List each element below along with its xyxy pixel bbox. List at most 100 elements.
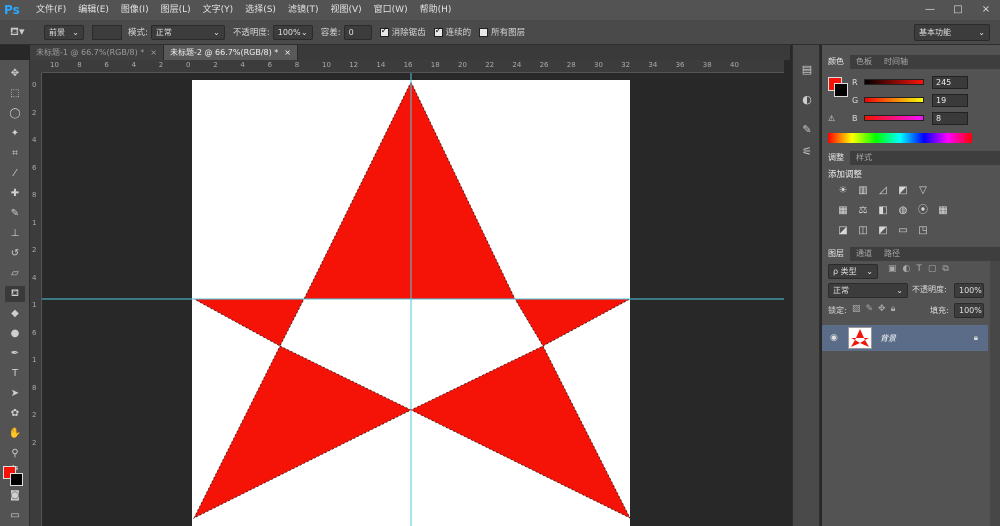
move-tool-icon[interactable]: ✥ xyxy=(5,66,25,82)
shape-tool-icon[interactable]: ✿ xyxy=(5,406,25,422)
pen-tool-icon[interactable]: ✒ xyxy=(5,346,25,362)
blend-mode-select[interactable]: 正常 ⌄ xyxy=(828,283,908,298)
selective-color-icon[interactable]: ◳ xyxy=(916,225,930,237)
marquee-tool-icon[interactable]: ⬚ xyxy=(5,86,25,102)
hue-icon[interactable]: ▦ xyxy=(836,205,850,217)
layer-filter-select[interactable]: ρ 类型 ⌄ xyxy=(828,264,878,279)
quick-mask-icon[interactable]: ◙ xyxy=(5,488,25,504)
lock-icons[interactable]: ▨✎✥🔒︎ xyxy=(852,304,900,314)
panel-background-swatch[interactable] xyxy=(834,83,848,97)
contiguous-checkbox[interactable] xyxy=(433,26,443,37)
screen-mode-icon[interactable]: ▭ xyxy=(5,508,25,524)
tab-color[interactable]: 颜色 xyxy=(822,55,850,69)
history-panel-icon[interactable]: ▤ xyxy=(799,63,815,77)
bw-icon[interactable]: ◧ xyxy=(876,205,890,217)
invert-icon[interactable]: ◪ xyxy=(836,225,850,237)
posterize-icon[interactable]: ◫ xyxy=(856,225,870,237)
menu-item-4[interactable]: 文字(Y) xyxy=(197,0,240,20)
close-icon[interactable]: × xyxy=(284,45,291,60)
eraser-tool-icon[interactable]: ▱ xyxy=(5,266,25,282)
menu-item-6[interactable]: 滤镜(T) xyxy=(282,0,325,20)
vertical-ruler[interactable]: 0 2 4 6 8 1 2 4 1 6 1 8 2 2 xyxy=(30,73,42,526)
gradient-map-icon[interactable]: ▭ xyxy=(896,225,910,237)
clone-stamp-tool-icon[interactable]: ⊥ xyxy=(5,226,25,242)
properties-panel-icon[interactable]: ◐ xyxy=(799,93,815,107)
photo-filter-icon[interactable]: ◍ xyxy=(896,205,910,217)
tab-timeline[interactable]: 时间轴 xyxy=(878,55,914,69)
menu-item-0[interactable]: 文件(F) xyxy=(30,0,72,20)
magic-wand-tool-icon[interactable]: ✦ xyxy=(5,126,25,142)
tab-adjustments[interactable]: 调整 xyxy=(822,151,850,165)
all-layers-checkbox[interactable] xyxy=(479,27,489,37)
tab-paths[interactable]: 路径 xyxy=(878,247,906,261)
dodge-tool-icon[interactable]: ● xyxy=(5,326,25,342)
blur-tool-icon[interactable]: ◆ xyxy=(5,306,25,322)
red-channel-slider[interactable] xyxy=(864,79,924,85)
canvas-area[interactable] xyxy=(42,73,784,526)
red-channel-value[interactable]: 245 xyxy=(932,75,968,89)
horizontal-ruler[interactable]: 10 8 6 4 2 0 2 4 6 8 10 12 14 16 18 20 22 24 26 28 30 32 34 36 3… xyxy=(42,60,784,73)
menu-item-7[interactable]: 视图(V) xyxy=(324,0,367,20)
history-brush-tool-icon[interactable]: ↺ xyxy=(5,246,25,262)
lookup-icon[interactable]: ▦ xyxy=(936,205,950,217)
eyedropper-tool-icon[interactable]: ⁄ xyxy=(5,166,25,182)
tab-swatches[interactable]: 色板 xyxy=(850,55,878,69)
brush-tool-icon[interactable]: ✎ xyxy=(5,206,25,222)
antialias-checkbox[interactable] xyxy=(379,26,389,37)
document-canvas[interactable] xyxy=(42,73,784,526)
green-channel-value[interactable]: 19 xyxy=(932,93,968,107)
crop-tool-icon[interactable]: ⌗ xyxy=(5,146,25,162)
balance-icon[interactable]: ⚖ xyxy=(856,205,870,217)
tab-channels[interactable]: 通道 xyxy=(850,247,878,261)
antialias-option[interactable]: 消除锯齿 xyxy=(379,26,426,38)
type-tool-icon[interactable]: T xyxy=(5,366,25,382)
background-color-swatch[interactable] xyxy=(10,473,23,486)
hand-tool-icon[interactable]: ✋ xyxy=(5,426,25,442)
mode-select[interactable]: 正常 ⌄ xyxy=(150,24,225,40)
exposure-icon[interactable]: ◩ xyxy=(896,185,910,197)
all-layers-option[interactable]: 所有图层 xyxy=(479,26,525,38)
gamut-warning-icon[interactable]: ⚠ xyxy=(828,114,835,123)
curves-icon[interactable]: ◿ xyxy=(876,185,890,197)
healing-brush-tool-icon[interactable]: ✚ xyxy=(5,186,25,202)
mixer-icon[interactable]: ⦿ xyxy=(916,205,930,217)
menu-item-8[interactable]: 窗口(W) xyxy=(368,0,414,20)
layer-filter-icons[interactable]: ▣◐T▢⧉ xyxy=(888,264,955,274)
close-icon[interactable]: × xyxy=(150,45,157,60)
brush-panel-icon[interactable]: ✎ xyxy=(799,123,815,137)
tool-presets-icon[interactable]: ⚟ xyxy=(799,145,815,159)
color-spectrum[interactable] xyxy=(828,133,972,143)
ruler-origin[interactable] xyxy=(30,60,42,73)
blue-channel-slider[interactable] xyxy=(864,115,924,121)
paint-bucket-tool-preset-icon[interactable]: ⛾▾ xyxy=(10,25,36,40)
lasso-tool-icon[interactable]: ◯ xyxy=(5,106,25,122)
vibrance-icon[interactable]: ▽ xyxy=(916,185,930,197)
contiguous-option[interactable]: 连续的 xyxy=(433,26,471,38)
pattern-picker[interactable] xyxy=(92,24,122,40)
threshold-icon[interactable]: ◩ xyxy=(876,225,890,237)
opacity-input[interactable]: 100% ⌄ xyxy=(272,24,313,40)
levels-icon[interactable]: ▥ xyxy=(856,185,870,197)
blue-channel-value[interactable]: 8 xyxy=(932,111,968,125)
maximize-button[interactable]: □ xyxy=(944,0,972,20)
layers-scrollbar[interactable] xyxy=(990,261,1000,526)
eye-icon[interactable]: ◉ xyxy=(830,333,838,343)
menu-item-2[interactable]: 图像(I) xyxy=(115,0,155,20)
tolerance-input[interactable]: 0 xyxy=(343,24,372,40)
layer-row-background[interactable]: ◉ 背景 🔒︎ xyxy=(822,325,988,351)
brightness-icon[interactable]: ☀ xyxy=(836,185,850,197)
fill-input[interactable]: 100% xyxy=(954,303,984,318)
path-selection-tool-icon[interactable]: ➤ xyxy=(5,386,25,402)
paint-bucket-tool-icon[interactable]: ⛾ xyxy=(5,286,25,302)
fill-source-select[interactable]: 前景 ⌄ xyxy=(44,24,84,40)
green-channel-slider[interactable] xyxy=(864,97,924,103)
menu-item-9[interactable]: 帮助(H) xyxy=(414,0,458,20)
tab-layers[interactable]: 图层 xyxy=(822,247,850,261)
close-window-button[interactable]: × xyxy=(972,0,1000,20)
layer-opacity-input[interactable]: 100% xyxy=(954,283,984,298)
menu-item-1[interactable]: 编辑(E) xyxy=(72,0,115,20)
menu-item-3[interactable]: 图层(L) xyxy=(155,0,197,20)
workspace-select[interactable]: 基本功能 ⌄ xyxy=(914,24,990,41)
menu-item-5[interactable]: 选择(S) xyxy=(239,0,282,20)
tab-document-2[interactable]: 未标题-2 @ 66.7%(RGB/8) * × xyxy=(164,45,298,60)
